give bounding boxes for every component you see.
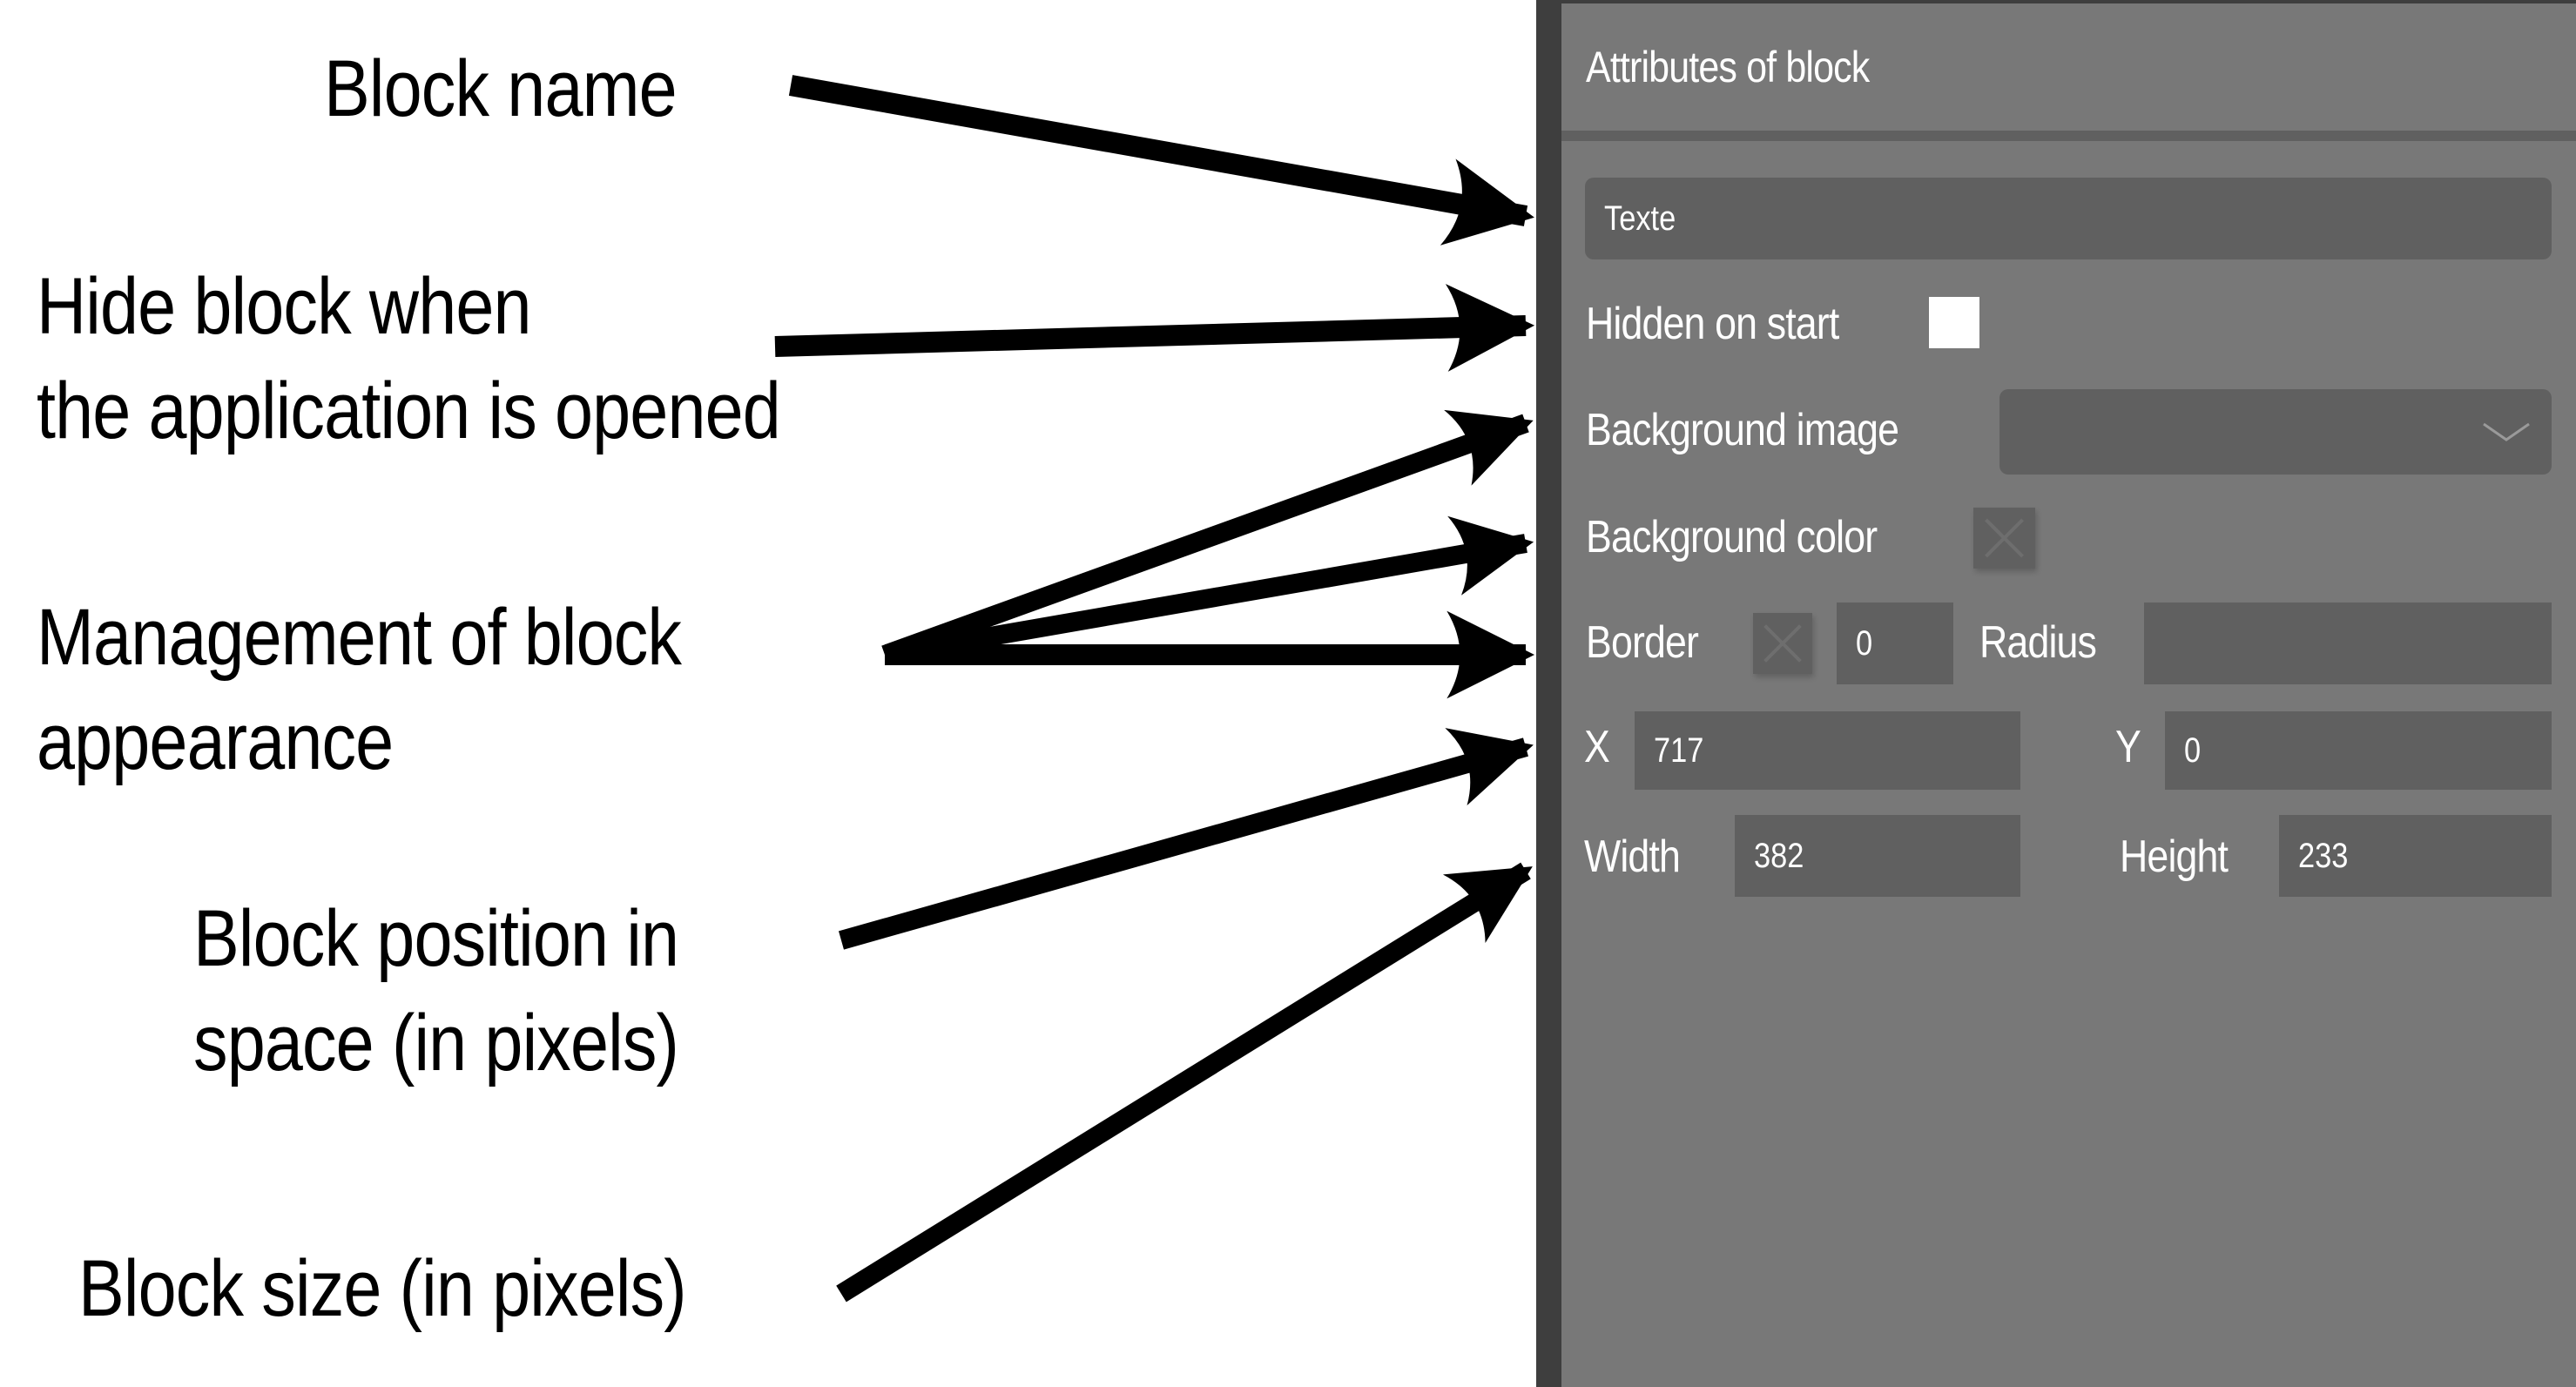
attributes-panel: Attributes of block Texte Hidden on star…: [1561, 3, 2576, 1387]
chevron-down-icon: [2483, 422, 2530, 441]
height-input[interactable]: 233: [2279, 815, 2552, 897]
width-value: 382: [1754, 836, 1804, 875]
height-label: Height: [2120, 832, 2229, 882]
width-label: Width: [1584, 832, 1681, 882]
border-width-input[interactable]: 0: [1837, 603, 1953, 684]
background-color-swatch[interactable]: [1973, 508, 2035, 569]
border-color-swatch[interactable]: [1753, 613, 1812, 674]
radius-input[interactable]: [2144, 603, 2552, 684]
arrow-block-name: [788, 75, 1534, 246]
arrow-hide-block: [774, 284, 1535, 372]
panel-title: Attributes of block: [1586, 43, 1870, 91]
y-value: 0: [2184, 731, 2202, 770]
background-color-label: Background color: [1586, 512, 1878, 562]
width-input[interactable]: 382: [1735, 815, 2020, 897]
block-name-input[interactable]: Texte: [1585, 178, 2552, 259]
x-value: 717: [1654, 731, 1704, 770]
border-width-value: 0: [1856, 623, 1873, 663]
arrow-background-color: [883, 515, 1534, 664]
hidden-on-start-label: Hidden on start: [1586, 299, 1839, 349]
x-input[interactable]: 717: [1635, 711, 2020, 790]
height-value: 233: [2298, 836, 2349, 875]
panel-left-border: [1536, 0, 1561, 1387]
background-image-label: Background image: [1586, 405, 1899, 455]
arrow-background-image: [881, 409, 1534, 664]
panel-header-divider: [1561, 131, 2576, 141]
arrow-block-position: [839, 728, 1534, 950]
x-label: X: [1584, 722, 1610, 772]
block-name-value: Texte: [1604, 199, 1676, 238]
border-label: Border: [1586, 617, 1699, 668]
panel-header: Attributes of block: [1561, 3, 2576, 131]
x-icon: [1985, 518, 2024, 558]
background-image-select[interactable]: [1999, 389, 2552, 475]
x-icon: [1763, 624, 1802, 663]
arrow-block-size: [836, 862, 1533, 1303]
hidden-on-start-checkbox[interactable]: [1929, 297, 1979, 348]
y-label: Y: [2115, 722, 2141, 772]
radius-label: Radius: [1979, 617, 2097, 668]
y-input[interactable]: 0: [2165, 711, 2552, 790]
